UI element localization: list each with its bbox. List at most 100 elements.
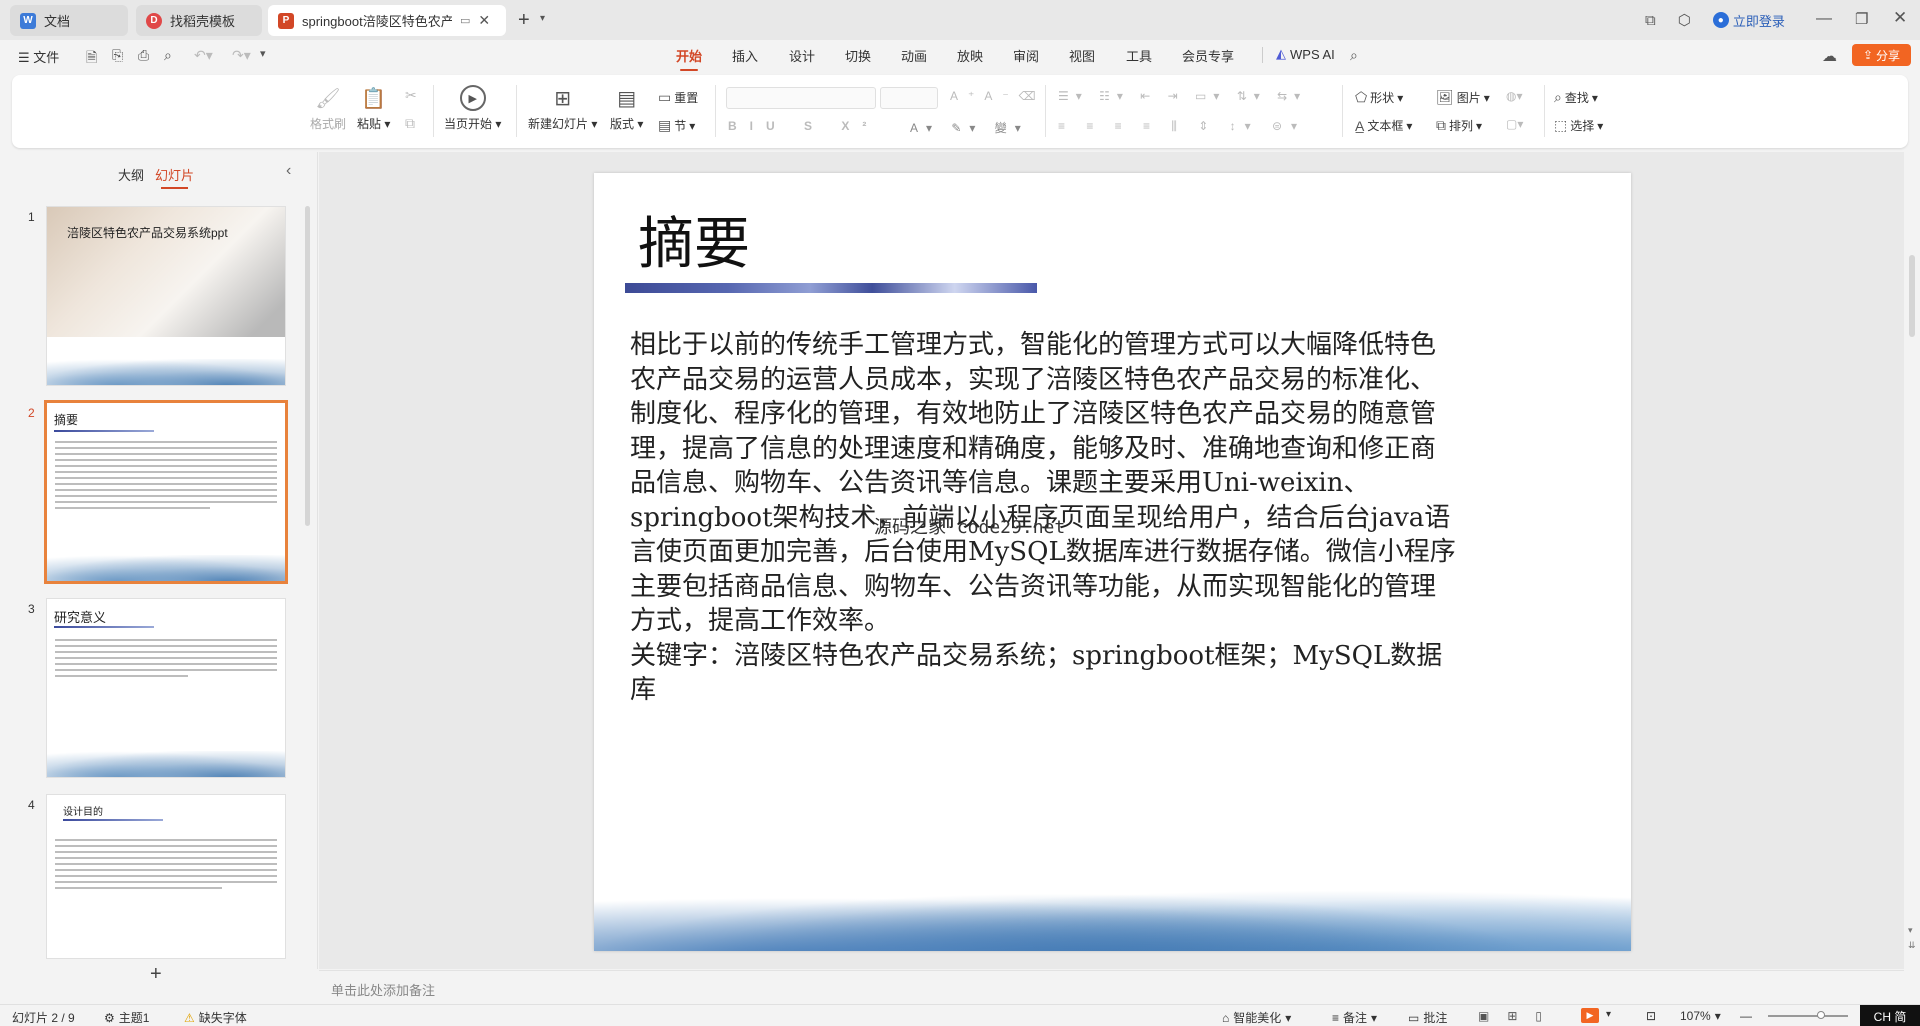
smart-beautify-button[interactable]: ⌂ 智能美化 ▾ xyxy=(1222,1009,1291,1026)
save-icon[interactable]: 🗎 xyxy=(86,47,97,71)
scroll-next-icon[interactable]: ⇊ xyxy=(1908,940,1916,951)
tab-design[interactable]: 设计 xyxy=(789,46,815,65)
zoom-out-icon[interactable]: — xyxy=(1740,1009,1752,1023)
notes-pane[interactable]: 单击此处添加备注 xyxy=(319,970,1904,1004)
wps-ai-button[interactable]: ◭ WPS AI xyxy=(1276,46,1335,62)
missing-font-indicator[interactable]: ⚠ 缺失字体 xyxy=(184,1009,247,1026)
file-menu[interactable]: ☰ 文件 xyxy=(18,47,59,66)
reset-button[interactable]: ▭ 重置 xyxy=(658,89,698,106)
redo-icon[interactable]: ↷▾ xyxy=(232,47,251,64)
play-slideshow-icon[interactable]: ▶ xyxy=(1581,1008,1599,1023)
slide-thumbnail-1[interactable]: 涪陵区特色农产品交易系统ppt xyxy=(46,206,286,386)
view-mode-buttons[interactable]: ▣ ⊞ ▯ xyxy=(1478,1009,1542,1023)
slide-title[interactable]: 摘要 xyxy=(638,199,750,280)
tab-outline[interactable]: 大纲 xyxy=(118,165,144,184)
export-pdf-icon[interactable]: ⎘ xyxy=(112,47,123,64)
layout-button[interactable]: ▤ 版式 ▾ xyxy=(610,85,643,132)
play-from-current-button[interactable]: ▶ 当页开始 ▾ xyxy=(444,85,501,132)
copy-icon[interactable]: ⧉ xyxy=(405,115,415,132)
text-style-icons[interactable]: BIU S X² xyxy=(728,119,879,133)
notes-toggle[interactable]: ≡ 备注 ▾ xyxy=(1332,1009,1377,1026)
tab-home[interactable]: 开始 xyxy=(676,46,702,71)
new-slide-button[interactable]: ⊞ 新建幻灯片 ▾ xyxy=(528,85,597,132)
tab-tools[interactable]: 工具 xyxy=(1126,46,1152,65)
zoom-slider[interactable] xyxy=(1768,1015,1848,1017)
normal-view-icon[interactable]: ▣ xyxy=(1478,1009,1489,1023)
collapse-panel-icon[interactable]: ‹ xyxy=(286,162,291,180)
tab-insert[interactable]: 插入 xyxy=(732,46,758,65)
add-slide-button[interactable]: + xyxy=(150,964,162,984)
fill-icon[interactable]: ◍▾ xyxy=(1506,89,1523,103)
slide-editor[interactable]: 摘要 相比于以前的传统手工管理方式，智能化的管理方式可以大幅降低特色农产品交易的… xyxy=(594,173,1631,951)
new-tab-icon[interactable]: + xyxy=(518,9,530,32)
slideshow-options-icon[interactable]: ▾ xyxy=(1606,1009,1611,1020)
shape-button[interactable]: ⬠ 形状 ▾ xyxy=(1355,89,1403,106)
notes-placeholder: 单击此处添加备注 xyxy=(331,983,436,998)
canvas-scrollbar[interactable] xyxy=(1909,255,1915,337)
format-painter-button[interactable]: 🖌 格式刷 xyxy=(310,85,346,132)
login-button[interactable]: ● 立即登录 xyxy=(1712,11,1785,30)
slide-thumbnail-3[interactable]: 研究意义 xyxy=(46,598,286,778)
tab-member[interactable]: 会员专享 xyxy=(1182,46,1234,65)
find-button[interactable]: ⌕ 查找 ▾ xyxy=(1554,89,1598,106)
comments-toggle[interactable]: ▭ 批注 xyxy=(1408,1009,1447,1026)
print-icon[interactable]: ⎙ xyxy=(138,47,149,64)
scroll-down-icon[interactable]: ▾ xyxy=(1908,925,1913,936)
window-layout-icon[interactable]: ⧉ xyxy=(1645,12,1656,29)
tab-current-presentation[interactable]: P springboot涪陵区特色农产品 ▭ ✕ xyxy=(268,5,506,36)
tab-slides[interactable]: 幻灯片 xyxy=(155,165,194,189)
thumb-title: 摘要 xyxy=(54,413,79,427)
arrange-button[interactable]: ⧉ 排列 ▾ xyxy=(1436,117,1482,134)
cut-icon[interactable]: ✂ xyxy=(405,87,417,104)
tab-documents[interactable]: W 文档 xyxy=(10,5,128,36)
layout-label: 版式 ▾ xyxy=(610,117,644,131)
select-button[interactable]: ⬚ 选择 ▾ xyxy=(1554,117,1603,134)
alignment-icons[interactable]: ≡ ≡ ≡ ≡ ⫼ ⇕ ↕▾ ⊜▾ xyxy=(1058,119,1306,134)
slide-thumbnail-2[interactable]: 摘要 xyxy=(44,400,288,584)
zoom-slider-thumb[interactable] xyxy=(1817,1011,1825,1019)
tab-animations[interactable]: 动画 xyxy=(901,46,927,65)
ribbon-divider xyxy=(516,85,517,137)
picture-button[interactable]: 🖼 图片 ▾ xyxy=(1436,89,1490,106)
tab-review[interactable]: 审阅 xyxy=(1013,46,1039,65)
outline-icon[interactable]: ▢▾ xyxy=(1506,117,1523,131)
restore-icon[interactable]: ❐ xyxy=(1855,10,1868,28)
ppt-file-icon: P xyxy=(278,12,294,29)
reading-view-icon[interactable]: ▯ xyxy=(1535,1009,1542,1023)
font-size-adjust-icons[interactable]: A⁺A⁻⌫ xyxy=(950,89,1046,103)
fit-window-icon[interactable]: ⊡ xyxy=(1646,1009,1656,1023)
select-icon: ⬚ xyxy=(1554,117,1568,133)
minimize-icon[interactable]: — xyxy=(1816,10,1832,28)
tab-docer-templates[interactable]: D 找稻壳模板 xyxy=(136,5,262,36)
tab-transitions[interactable]: 切换 xyxy=(845,46,871,65)
undo-icon[interactable]: ↶▾ xyxy=(194,47,213,64)
slide-sorter-icon[interactable]: ⊞ xyxy=(1507,1009,1517,1023)
thumb-title: 研究意义 xyxy=(54,610,107,625)
print-preview-icon[interactable]: ⌕ xyxy=(164,47,172,64)
tab-slideshow[interactable]: 放映 xyxy=(957,46,983,65)
tab-view[interactable]: 视图 xyxy=(1069,46,1095,65)
screen-icon[interactable]: ▭ xyxy=(460,14,470,27)
font-family-select[interactable] xyxy=(726,87,876,109)
cube-icon[interactable]: ⬡ xyxy=(1678,11,1691,29)
share-button[interactable]: ⇪ 分享 xyxy=(1852,44,1911,66)
textbox-button[interactable]: A̲ 文本框 ▾ xyxy=(1355,117,1412,134)
theme-indicator[interactable]: ⚙ 主题1 xyxy=(104,1009,149,1026)
thumbnail-scrollbar[interactable] xyxy=(305,206,310,526)
chevron-down-icon[interactable]: ▾ xyxy=(540,13,545,24)
search-icon[interactable]: ⌕ xyxy=(1350,47,1358,64)
zoom-level[interactable]: 107% ▾ xyxy=(1680,1009,1721,1023)
close-window-icon[interactable]: ✕ xyxy=(1893,8,1907,28)
font-color-icons[interactable]: A▾ ✎▾ 變▾ xyxy=(910,119,1029,136)
cloud-sync-icon[interactable]: ☁ xyxy=(1822,47,1837,65)
quick-access-more-icon[interactable]: ▾ xyxy=(260,47,266,60)
ime-indicator[interactable]: CH 简 xyxy=(1860,1005,1920,1026)
new-slide-text: 新建幻灯片 xyxy=(528,117,589,131)
slide-number: 1 xyxy=(28,210,35,224)
slide-thumbnail-4[interactable]: 设计目的 xyxy=(46,794,286,959)
close-tab-icon[interactable]: ✕ xyxy=(478,12,490,29)
paste-button[interactable]: 📋 粘贴 ▾ xyxy=(357,85,390,132)
section-button[interactable]: ▤ 节 ▾ xyxy=(658,117,695,134)
font-size-select[interactable] xyxy=(880,87,938,109)
list-indent-icons[interactable]: ☰▾ ☷▾ ⇤ ⇥ ▭▾ ⇅▾ ⇆▾ xyxy=(1058,89,1307,103)
